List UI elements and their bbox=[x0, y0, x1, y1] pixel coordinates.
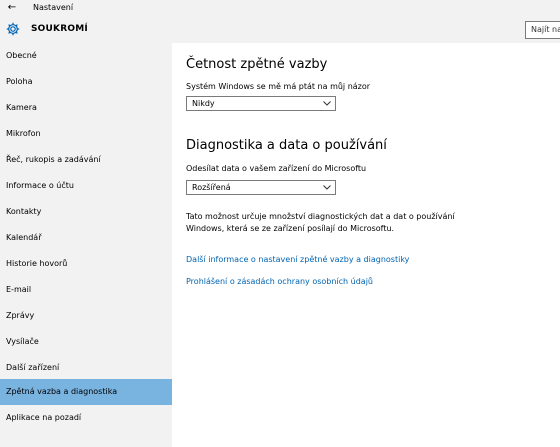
sidebar-item-messages[interactable]: Zprávy bbox=[0, 303, 172, 329]
sidebar-item-email[interactable]: E-mail bbox=[0, 277, 172, 303]
sidebar-item-calendar[interactable]: Kalendář bbox=[0, 225, 172, 251]
chevron-down-icon bbox=[323, 185, 331, 190]
page-title: SOUKROMÍ bbox=[31, 24, 88, 34]
sidebar-item-poloha[interactable]: Poloha bbox=[0, 69, 172, 95]
diagnostics-heading: Diagnostika a data o používání bbox=[186, 138, 387, 153]
gear-icon bbox=[6, 22, 20, 36]
feedback-label: Systém Windows se mě má ptát na můj názo… bbox=[186, 82, 371, 91]
diagnostics-description: Tato možnost určuje množství diagnostick… bbox=[186, 212, 455, 233]
sidebar: Obecné Poloha Kamera Mikrofon Řeč, rukop… bbox=[0, 43, 172, 447]
sidebar-item-call-history[interactable]: Historie hovorů bbox=[0, 251, 172, 277]
privacy-statement-link[interactable]: Prohlášení o zásadách ochrany osobních ú… bbox=[186, 277, 373, 287]
back-button[interactable]: ← bbox=[4, 0, 20, 15]
sidebar-item-other-devices[interactable]: Další zařízení bbox=[0, 355, 172, 381]
sidebar-item-speech[interactable]: Řeč, rukopis a zadávání bbox=[0, 147, 172, 173]
feedback-heading: Četnost zpětné vazby bbox=[186, 57, 328, 72]
app-title: Nastavení bbox=[33, 3, 74, 12]
diagnostics-level-value: Rozšířená bbox=[192, 183, 231, 192]
feedback-frequency-value: Nikdy bbox=[192, 99, 215, 108]
header-bar: SOUKROMÍ Najít nas bbox=[0, 15, 560, 43]
diagnostics-label: Odesílat data o vašem zařízení do Micros… bbox=[186, 164, 367, 173]
diagnostics-level-select[interactable]: Rozšířená bbox=[186, 180, 336, 195]
more-info-link[interactable]: Další informace o nastavení zpětné vazby… bbox=[186, 255, 409, 265]
chevron-down-icon bbox=[323, 101, 331, 106]
sidebar-item-radios[interactable]: Vysílače bbox=[0, 329, 172, 355]
title-bar: ← Nastavení bbox=[0, 0, 560, 15]
sidebar-item-mikrofon[interactable]: Mikrofon bbox=[0, 121, 172, 147]
sidebar-item-feedback-diagnostics[interactable]: Zpětná vazba a diagnostika bbox=[0, 379, 172, 405]
sidebar-item-background-apps[interactable]: Aplikace na pozadí bbox=[0, 405, 172, 431]
sidebar-item-obecne[interactable]: Obecné bbox=[0, 43, 172, 69]
sidebar-item-contacts[interactable]: Kontakty bbox=[0, 199, 172, 225]
sidebar-item-account-info[interactable]: Informace o účtu bbox=[0, 173, 172, 199]
feedback-frequency-select[interactable]: Nikdy bbox=[186, 96, 336, 111]
search-input[interactable]: Najít nas bbox=[525, 21, 560, 39]
main-content: Četnost zpětné vazby Systém Windows se m… bbox=[172, 43, 560, 447]
sidebar-item-kamera[interactable]: Kamera bbox=[0, 95, 172, 121]
